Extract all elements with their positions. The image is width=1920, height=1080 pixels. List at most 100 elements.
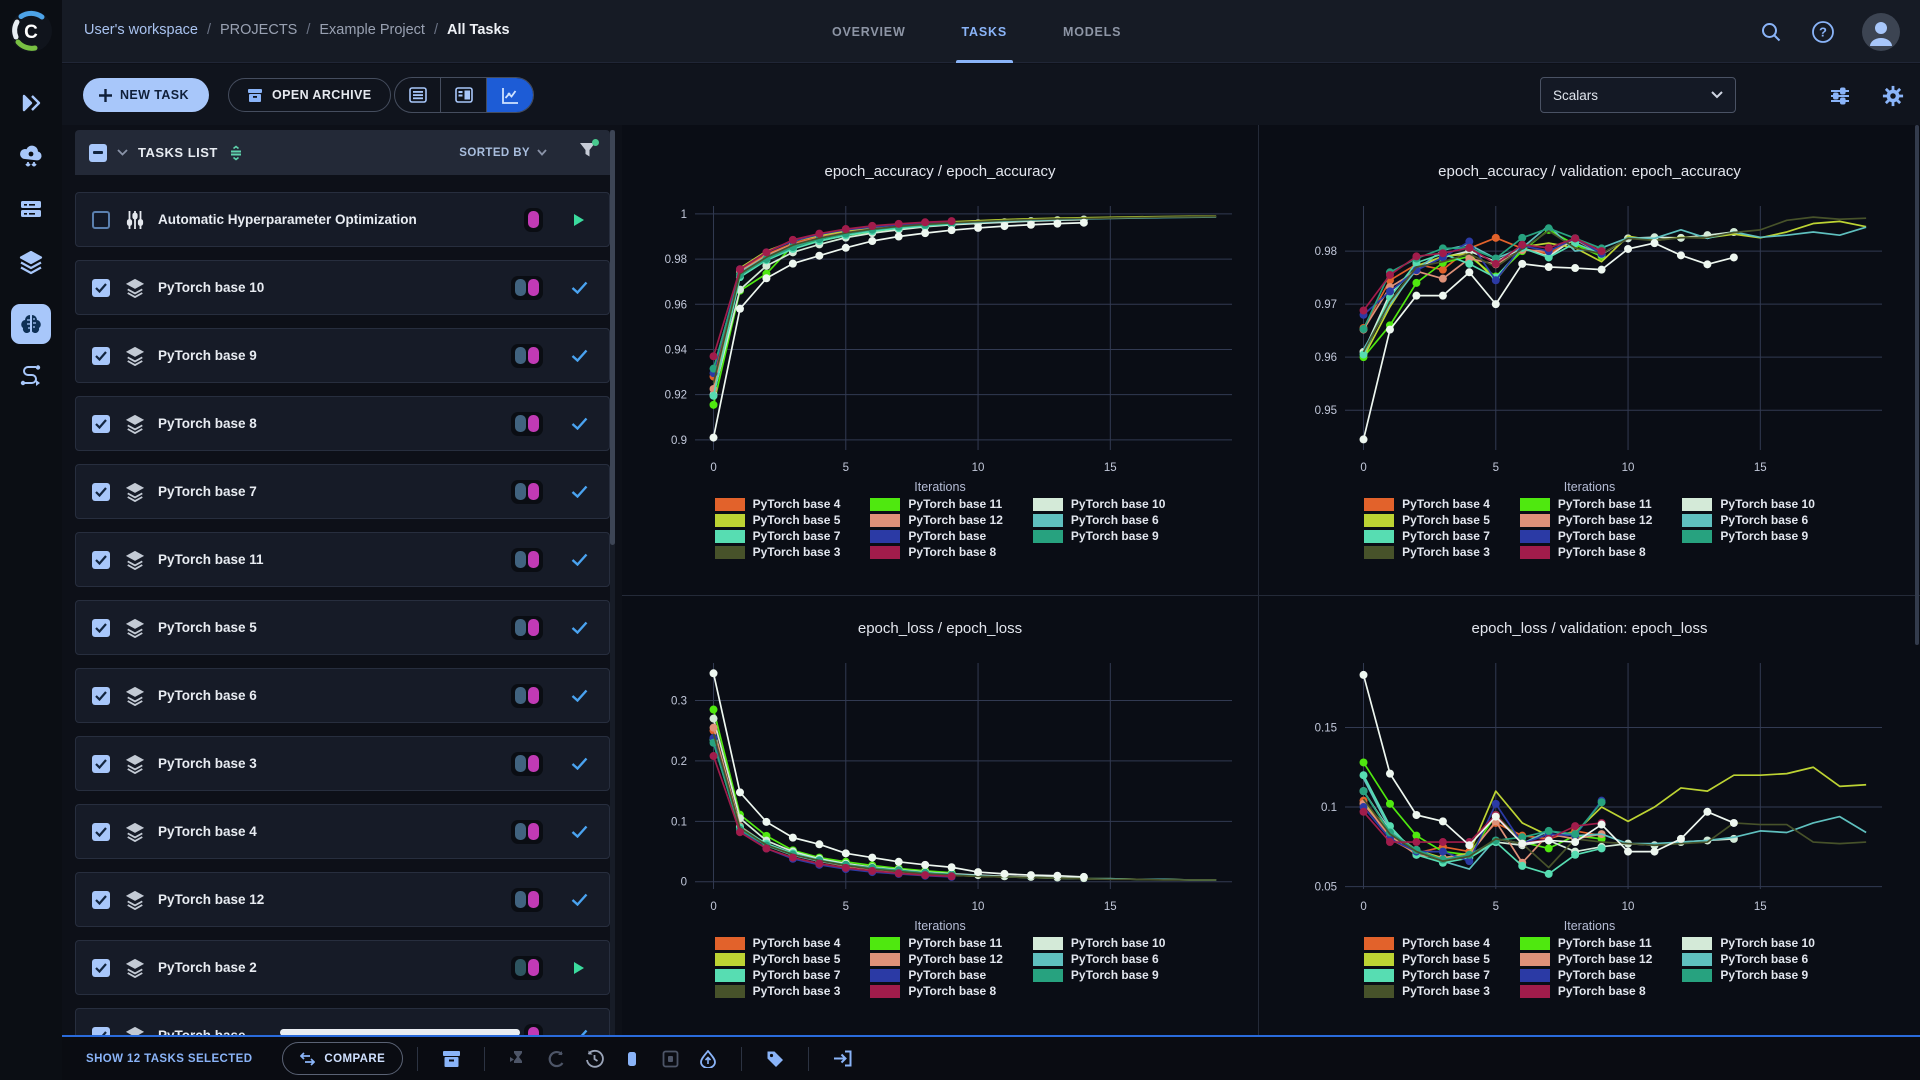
- legend-item[interactable]: PyTorch base 9: [1682, 529, 1815, 543]
- task-checkbox[interactable]: [92, 958, 110, 977]
- legend-item[interactable]: PyTorch base 6: [1682, 513, 1815, 527]
- tasks-scrollbar-thumb[interactable]: [610, 130, 615, 545]
- legend-item[interactable]: PyTorch base 5: [714, 952, 840, 966]
- move-to-project-icon[interactable]: [823, 1042, 861, 1076]
- legend-item[interactable]: PyTorch base 4: [714, 936, 840, 950]
- chart-plot-area[interactable]: 0 5 10 15 0.05 0.1 0.15: [1290, 651, 1890, 919]
- retry-icon[interactable]: [575, 1042, 613, 1076]
- task-checkbox[interactable]: [92, 278, 110, 297]
- legend-item[interactable]: PyTorch base 5: [1364, 952, 1490, 966]
- legend-item[interactable]: PyTorch base 7: [1364, 968, 1490, 982]
- task-checkbox[interactable]: [92, 754, 110, 773]
- legend-item[interactable]: PyTorch base 7: [714, 968, 840, 982]
- task-checkbox[interactable]: [92, 618, 110, 637]
- breadcrumb-project[interactable]: Example Project: [319, 22, 425, 38]
- sort-order-icon[interactable]: [228, 144, 244, 161]
- task-checkbox[interactable]: [92, 346, 110, 365]
- legend-item[interactable]: PyTorch base 10: [1682, 497, 1815, 511]
- tab-overview[interactable]: OVERVIEW: [832, 0, 906, 63]
- task-checkbox[interactable]: [92, 414, 110, 433]
- legend-item[interactable]: PyTorch base 10: [1032, 936, 1165, 950]
- task-checkbox[interactable]: [92, 550, 110, 569]
- enqueue-icon[interactable]: [499, 1042, 537, 1076]
- new-task-button[interactable]: NEW TASK: [83, 78, 209, 112]
- legend-item[interactable]: PyTorch base 9: [1032, 529, 1166, 543]
- abort-icon[interactable]: [613, 1042, 651, 1076]
- compare-button[interactable]: COMPARE: [282, 1042, 404, 1075]
- task-row[interactable]: PyTorch base 12: [75, 872, 610, 927]
- legend-item[interactable]: PyTorch base 6: [1032, 952, 1166, 966]
- legend-item[interactable]: PyTorch base 8: [870, 545, 1003, 559]
- chart-plot-area[interactable]: 0 5 10 15 0.95 0.96 0.97 0.98: [1290, 194, 1890, 480]
- task-row[interactable]: PyTorch base 4: [75, 804, 610, 859]
- legend-item[interactable]: PyTorch base 11: [870, 497, 1003, 511]
- avatar[interactable]: [1862, 12, 1900, 51]
- chevron-down-icon[interactable]: [117, 149, 128, 156]
- breadcrumb-workspace[interactable]: User's workspace: [84, 22, 198, 38]
- legend-item[interactable]: PyTorch base 12: [1519, 513, 1652, 527]
- task-row[interactable]: PyTorch base 7: [75, 464, 610, 519]
- task-checkbox[interactable]: [92, 1026, 110, 1035]
- legend-item[interactable]: PyTorch base: [1519, 968, 1653, 982]
- legend-item[interactable]: PyTorch base: [870, 968, 1003, 982]
- workflows-icon[interactable]: [18, 364, 44, 390]
- legend-item[interactable]: PyTorch base: [1519, 529, 1653, 543]
- search-icon[interactable]: [1758, 19, 1784, 45]
- task-row[interactable]: Automatic Hyperparameter Optimization: [75, 192, 610, 247]
- split-view-icon[interactable]: [441, 78, 487, 112]
- archive-icon[interactable]: [432, 1042, 470, 1076]
- metric-dropdown[interactable]: Scalars: [1540, 77, 1736, 113]
- legend-item[interactable]: PyTorch base 6: [1682, 952, 1815, 966]
- legend-item[interactable]: PyTorch base 10: [1032, 497, 1165, 511]
- legend-item[interactable]: PyTorch base 8: [1519, 984, 1653, 998]
- experiments-icon[interactable]: [11, 304, 51, 344]
- task-row[interactable]: PyTorch base 8: [75, 396, 610, 451]
- breadcrumb-projects[interactable]: PROJECTS: [220, 22, 297, 38]
- legend-item[interactable]: PyTorch base 7: [714, 529, 840, 543]
- legend-item[interactable]: PyTorch base 6: [1032, 513, 1166, 527]
- task-checkbox[interactable]: [92, 686, 110, 705]
- help-icon[interactable]: ?: [1810, 19, 1836, 45]
- legend-item[interactable]: PyTorch base 7: [1364, 529, 1490, 543]
- datasets-icon[interactable]: [18, 196, 44, 222]
- legend-item[interactable]: PyTorch base 4: [1364, 497, 1490, 511]
- legend-item[interactable]: PyTorch base 3: [714, 545, 840, 559]
- legend-item[interactable]: PyTorch base 5: [1364, 513, 1490, 527]
- reset-icon[interactable]: [537, 1042, 575, 1076]
- legend-item[interactable]: PyTorch base 9: [1032, 968, 1166, 982]
- table-view-icon[interactable]: [395, 78, 441, 112]
- select-all-checkbox[interactable]: [89, 143, 107, 162]
- legend-item[interactable]: PyTorch base 8: [870, 984, 1003, 998]
- pipelines-icon[interactable]: [18, 143, 44, 169]
- task-row[interactable]: PyTorch base 5: [75, 600, 610, 655]
- task-row[interactable]: PyTorch base 10: [75, 260, 610, 315]
- tag-icon[interactable]: [756, 1042, 794, 1076]
- legend-item[interactable]: PyTorch base 12: [870, 513, 1003, 527]
- legend-item[interactable]: PyTorch base 4: [714, 497, 840, 511]
- charts-view-icon[interactable]: [487, 78, 533, 112]
- show-selected-link[interactable]: SHOW 12 TASKS SELECTED: [86, 1053, 252, 1065]
- task-row[interactable]: PyTorch base 9: [75, 328, 610, 383]
- charts-scrollbar-thumb[interactable]: [1915, 125, 1919, 645]
- open-archive-button[interactable]: OPEN ARCHIVE: [228, 78, 391, 112]
- task-row[interactable]: PyTorch base 11: [75, 532, 610, 587]
- chart-plot-area[interactable]: 0 5 10 15 0.9 0.92 0.94 0.96 0.98 1: [640, 194, 1240, 480]
- legend-item[interactable]: PyTorch base 12: [1519, 952, 1652, 966]
- task-checkbox[interactable]: [92, 210, 110, 229]
- legend-item[interactable]: PyTorch base 5: [714, 513, 840, 527]
- legend-item[interactable]: PyTorch base 10: [1682, 936, 1815, 950]
- task-checkbox[interactable]: [92, 822, 110, 841]
- abort-children-icon[interactable]: [651, 1042, 689, 1076]
- legend-item[interactable]: PyTorch base 12: [870, 952, 1003, 966]
- legend-item[interactable]: PyTorch base 11: [1519, 497, 1653, 511]
- projects-icon[interactable]: [18, 90, 44, 116]
- legend-item[interactable]: PyTorch base 11: [1519, 936, 1653, 950]
- legend-item[interactable]: PyTorch base 4: [1364, 936, 1490, 950]
- clearml-logo[interactable]: C: [9, 9, 53, 53]
- gear-icon[interactable]: [1880, 83, 1906, 109]
- tune-settings-icon[interactable]: [1827, 83, 1853, 109]
- sorted-by-dropdown[interactable]: SORTED BY: [459, 147, 547, 159]
- legend-item[interactable]: PyTorch base 3: [714, 984, 840, 998]
- task-checkbox[interactable]: [92, 482, 110, 501]
- task-row[interactable]: PyTorch base 3: [75, 736, 610, 791]
